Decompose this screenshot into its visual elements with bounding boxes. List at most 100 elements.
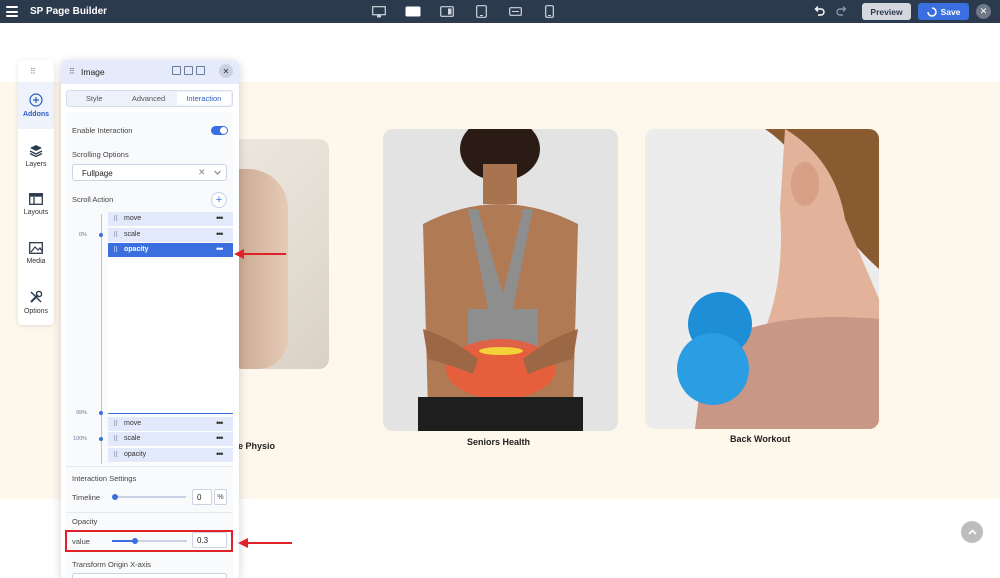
dock-right-icon[interactable]: [196, 66, 205, 75]
end-action-opacity[interactable]: ⠿ opacity •••: [108, 448, 233, 463]
image-card-seniors-health[interactable]: [383, 129, 618, 431]
drag-handle-icon[interactable]: ⠿: [113, 215, 118, 223]
layers-icon: [29, 144, 43, 157]
dock-left-icon[interactable]: [184, 66, 193, 75]
drag-handle-icon[interactable]: ⠿: [113, 451, 118, 459]
mobile-landscape-icon[interactable]: [498, 3, 532, 20]
panel-header: ⠿ Image ✕: [61, 60, 239, 84]
caption-seniors-health: Seniors Health: [467, 437, 531, 447]
tablet-portrait-icon[interactable]: [464, 3, 498, 20]
spinner-icon: [926, 6, 937, 17]
chevron-down-icon: [214, 170, 221, 175]
chevron-up-icon: [967, 529, 977, 535]
annotation-arrow-icon: [234, 249, 286, 259]
tab-advanced[interactable]: Advanced: [121, 91, 175, 106]
enable-interaction-toggle[interactable]: [211, 126, 228, 135]
top-toolbar: SP Page Builder Preview Save ✕: [0, 0, 1000, 23]
image-arm: [233, 169, 288, 369]
desktop-large-icon[interactable]: [362, 3, 396, 20]
scroll-action-label: Scroll Action: [72, 195, 114, 204]
transform-origin-select[interactable]: [72, 573, 227, 578]
tab-interaction[interactable]: Interaction: [176, 92, 231, 105]
highlight-box: [65, 530, 233, 552]
close-builder-icon[interactable]: ✕: [976, 4, 991, 19]
close-panel-icon[interactable]: ✕: [219, 64, 233, 78]
enable-interaction-label: Enable Interaction: [72, 126, 133, 135]
image-card-back-workout[interactable]: [645, 129, 879, 429]
action-name: move: [124, 420, 142, 427]
caption-physio: e Physio: [238, 441, 276, 451]
more-options-icon[interactable]: •••: [216, 244, 224, 254]
desktop-icon[interactable]: [396, 3, 430, 20]
panel-title: Image: [81, 67, 105, 77]
back-pain-photo: [383, 129, 618, 431]
marker-0-label: 0%: [79, 232, 87, 238]
rail-item-label: Addons: [22, 111, 50, 118]
rail-item-layers[interactable]: Layers: [18, 132, 54, 179]
transform-origin-label: Transform Origin X-axis: [72, 560, 151, 569]
plus-circle-icon: [29, 93, 43, 107]
more-options-icon[interactable]: •••: [216, 433, 224, 443]
rail-item-options[interactable]: Options: [18, 279, 54, 326]
end-action-move[interactable]: ⠿ move •••: [108, 417, 233, 432]
timeline-input[interactable]: 0: [192, 489, 212, 505]
panel-tabs: Style Advanced Interaction: [66, 90, 233, 107]
marker-100-label: 100%: [73, 436, 88, 442]
rail-item-layouts[interactable]: Layouts: [18, 181, 54, 228]
hamburger-menu-icon[interactable]: [6, 6, 18, 17]
more-options-icon[interactable]: •••: [216, 449, 224, 459]
save-button[interactable]: Save: [918, 3, 969, 20]
more-options-icon[interactable]: •••: [216, 418, 224, 428]
action-name: move: [124, 215, 142, 222]
drag-handle-icon[interactable]: ⠿: [113, 246, 118, 254]
tools-icon: [30, 290, 43, 303]
timeline-slider-knob[interactable]: [112, 494, 118, 500]
action-name: scale: [124, 231, 141, 238]
drag-handle-icon[interactable]: ⠿: [113, 231, 118, 239]
rail-item-media[interactable]: Media: [18, 230, 54, 277]
tab-style[interactable]: Style: [67, 91, 121, 106]
marker-99-handle[interactable]: [99, 411, 103, 415]
mobile-portrait-icon[interactable]: [532, 3, 566, 20]
marker-99-label: 99%: [76, 410, 88, 416]
rail-item-label: Options: [23, 308, 49, 315]
tablet-landscape-icon[interactable]: [430, 3, 464, 20]
layouts-icon: [29, 193, 43, 205]
drag-handle-icon[interactable]: ⠿: [113, 435, 118, 443]
more-options-icon[interactable]: •••: [216, 213, 224, 223]
more-options-icon[interactable]: •••: [216, 229, 224, 239]
timeline-label: Timeline: [72, 493, 101, 502]
scroll-timeline-track: [101, 214, 102, 464]
action-name: opacity: [124, 451, 147, 458]
preview-button[interactable]: Preview: [862, 3, 911, 20]
marker-0-handle[interactable]: [99, 233, 103, 237]
clear-icon[interactable]: ✕: [198, 167, 206, 178]
drag-handle-icon[interactable]: ⠿: [69, 67, 75, 76]
action-name: scale: [124, 435, 141, 442]
scrolling-options-select[interactable]: Fullpage ✕: [72, 164, 227, 181]
annotation-arrow-icon: [238, 538, 292, 548]
undo-icon[interactable]: [813, 5, 825, 19]
start-action-opacity[interactable]: ⠿ opacity •••: [108, 243, 233, 258]
end-action-scale[interactable]: ⠿ scale •••: [108, 432, 233, 447]
panel-header-icons: [172, 66, 205, 75]
marker-99-line: [108, 413, 233, 414]
marker-100-handle[interactable]: [99, 437, 103, 441]
drag-handle-icon[interactable]: ⠿: [113, 420, 118, 428]
start-action-move[interactable]: ⠿ move •••: [108, 212, 233, 227]
drag-handle-icon[interactable]: ⠿: [30, 67, 37, 76]
start-action-scale[interactable]: ⠿ scale •••: [108, 228, 233, 243]
rail-item-addons[interactable]: Addons: [18, 82, 54, 129]
scrolling-options-label: Scrolling Options: [72, 150, 129, 159]
addon-settings-panel: ⠿ Image ✕ Style Advanced Interaction Ena…: [61, 60, 239, 578]
timeline-unit[interactable]: %: [214, 489, 227, 505]
redo-icon[interactable]: [836, 5, 848, 19]
add-scroll-action-button[interactable]: +: [211, 192, 227, 208]
addon-rail: ⠿ Addons Layers Layouts Media Options: [18, 60, 54, 325]
divider: [66, 466, 233, 467]
media-icon: [29, 242, 43, 254]
scroll-to-top-button[interactable]: [961, 521, 983, 543]
scrolling-options-value: Fullpage: [82, 169, 113, 178]
copy-style-icon[interactable]: [172, 66, 181, 75]
timeline-slider[interactable]: [112, 494, 186, 500]
